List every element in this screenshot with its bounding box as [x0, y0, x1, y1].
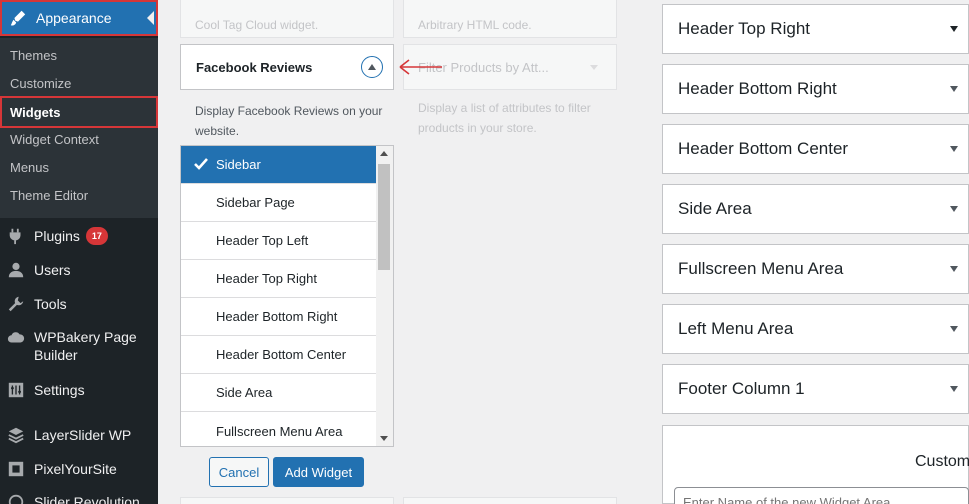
chevron-down-icon: [950, 26, 958, 32]
sidebar-option-header-top-right[interactable]: Header Top Right: [181, 260, 377, 298]
list-scrollbar[interactable]: [376, 146, 393, 446]
widget-facebook-reviews-title: Facebook Reviews: [196, 59, 313, 75]
sidebar-chooser-list[interactable]: Sidebar Sidebar Page Header Top Left Hea…: [180, 145, 394, 447]
menu-slider-revolution[interactable]: Slider Revolution: [6, 492, 140, 504]
checkmark-icon: [194, 158, 208, 170]
new-widget-area-name-input[interactable]: [674, 487, 969, 504]
add-widget-button[interactable]: Add Widget: [273, 457, 364, 487]
sidebar-option-sidebar-page[interactable]: Sidebar Page: [181, 184, 377, 222]
widget-custom-html: Arbitrary HTML code.: [403, 0, 617, 38]
menu-tools[interactable]: Tools: [6, 294, 67, 314]
sidebar-option-header-top-left[interactable]: Header Top Left: [181, 222, 377, 260]
area-title: Header Bottom Center: [678, 139, 849, 158]
area-title: Header Bottom Right: [678, 79, 837, 98]
sidebar-option-fullscreen-menu-area[interactable]: Fullscreen Menu Area: [181, 412, 377, 446]
area-header-top-right[interactable]: Header Top Right: [662, 4, 969, 54]
sidebar-option-sidebar[interactable]: Sidebar: [181, 146, 377, 184]
chevron-up-icon: [368, 64, 376, 70]
menu-appearance-label: Appearance: [36, 10, 112, 26]
menu-wpbakery-line2: Builder: [34, 347, 78, 363]
menu-users[interactable]: Users: [6, 260, 71, 280]
chevron-down-icon: [950, 326, 958, 332]
admin-sidebar: Appearance Themes Customize Widgets Widg…: [0, 0, 158, 504]
sidebar-option-header-bottom-center[interactable]: Header Bottom Center: [181, 336, 377, 374]
widget-filter-products-desc-1: Display a list of attributes to filter: [418, 101, 591, 115]
widget-custom-html-desc: Arbitrary HTML code.: [418, 18, 532, 32]
widget-facebook-reviews-desc-2: website.: [195, 124, 240, 138]
menu-tools-label: Tools: [34, 296, 67, 312]
area-title: Fullscreen Menu Area: [678, 259, 844, 278]
settings-icon: [6, 380, 26, 400]
current-menu-caret: [147, 11, 154, 25]
cancel-button[interactable]: Cancel: [209, 457, 269, 487]
chevron-down-icon: [950, 206, 958, 212]
widget-tag-cloud: Cool Tag Cloud widget.: [180, 0, 394, 38]
widget-filter-products-desc-2: products in your store.: [418, 121, 537, 135]
area-title: Left Menu Area: [678, 319, 794, 338]
area-footer-column-1[interactable]: Footer Column 1: [662, 364, 969, 414]
widget-facebook-reviews-desc-1: Display Facebook Reviews on your: [195, 104, 383, 118]
menu-wpbakery[interactable]: WPBakery Page Builder: [6, 328, 137, 364]
chevron-down-icon: [950, 266, 958, 272]
sidebar-option-header-bottom-right[interactable]: Header Bottom Right: [181, 298, 377, 336]
appearance-submenu: Themes Customize Widgets Widget Context …: [0, 38, 158, 218]
submenu-menus[interactable]: Menus: [10, 160, 49, 175]
menu-settings[interactable]: Settings: [6, 380, 85, 400]
area-left-menu-area[interactable]: Left Menu Area: [662, 304, 969, 354]
area-title: Header Top Right: [678, 19, 810, 38]
area-header-bottom-center[interactable]: Header Bottom Center: [662, 124, 969, 174]
widget-next-placeholder-2: [403, 497, 617, 504]
pixelyoursite-icon: [6, 459, 26, 479]
widget-facebook-reviews-desc: Display Facebook Reviews on your website…: [195, 101, 395, 141]
chevron-down-icon: [950, 86, 958, 92]
menu-layerslider-label: LayerSlider WP: [34, 427, 132, 443]
menu-settings-label: Settings: [34, 382, 85, 398]
menu-pixelyoursite[interactable]: PixelYourSite: [6, 459, 117, 479]
area-title: Side Area: [678, 199, 752, 218]
menu-wpbakery-line1: WPBakery Page: [34, 329, 137, 345]
submenu-themes[interactable]: Themes: [10, 48, 57, 63]
submenu-widget-context[interactable]: Widget Context: [10, 132, 99, 147]
menu-layerslider[interactable]: LayerSlider WP: [6, 425, 131, 445]
layers-icon: [6, 425, 26, 445]
paintbrush-icon: [8, 8, 28, 28]
scroll-thumb[interactable]: [378, 164, 390, 270]
widget-next-placeholder: [180, 497, 394, 504]
area-header-bottom-right[interactable]: Header Bottom Right: [662, 64, 969, 114]
custom-widget-area-title: Custom: [915, 453, 969, 470]
widget-collapse-toggle[interactable]: [361, 56, 383, 78]
scroll-down-icon[interactable]: [380, 436, 388, 441]
area-side-area[interactable]: Side Area: [662, 184, 969, 234]
menu-wpbakery-label: WPBakery Page Builder: [34, 328, 137, 364]
annotation-arrow-icon: [399, 59, 442, 75]
refresh-icon: [6, 492, 26, 504]
submenu-customize[interactable]: Customize: [10, 76, 71, 91]
chevron-down-icon: [950, 146, 958, 152]
menu-appearance[interactable]: Appearance: [0, 0, 158, 36]
sidebar-option-label: Sidebar: [216, 157, 261, 172]
area-title: Footer Column 1: [678, 379, 805, 398]
menu-plugins-label: Plugins: [34, 228, 80, 244]
submenu-widgets[interactable]: Widgets: [0, 96, 158, 128]
submenu-theme-editor[interactable]: Theme Editor: [10, 188, 88, 203]
wrench-icon: [6, 294, 26, 314]
plug-icon: [6, 226, 26, 246]
cloud-icon: [6, 328, 26, 348]
chevron-down-icon: [950, 386, 958, 392]
menu-slider-revolution-label: Slider Revolution: [34, 494, 140, 504]
widget-facebook-reviews[interactable]: Facebook Reviews: [180, 44, 394, 90]
menu-pixelyoursite-label: PixelYourSite: [34, 461, 117, 477]
menu-users-label: Users: [34, 262, 71, 278]
menu-plugins[interactable]: Plugins 17: [6, 226, 108, 246]
scroll-up-icon[interactable]: [380, 151, 388, 156]
plugins-update-badge: 17: [85, 227, 108, 245]
area-fullscreen-menu-area[interactable]: Fullscreen Menu Area: [662, 244, 969, 294]
sidebar-option-side-area[interactable]: Side Area: [181, 374, 377, 412]
widget-tag-cloud-desc: Cool Tag Cloud widget.: [195, 18, 319, 32]
user-icon: [6, 260, 26, 280]
chevron-down-icon: [590, 65, 598, 70]
